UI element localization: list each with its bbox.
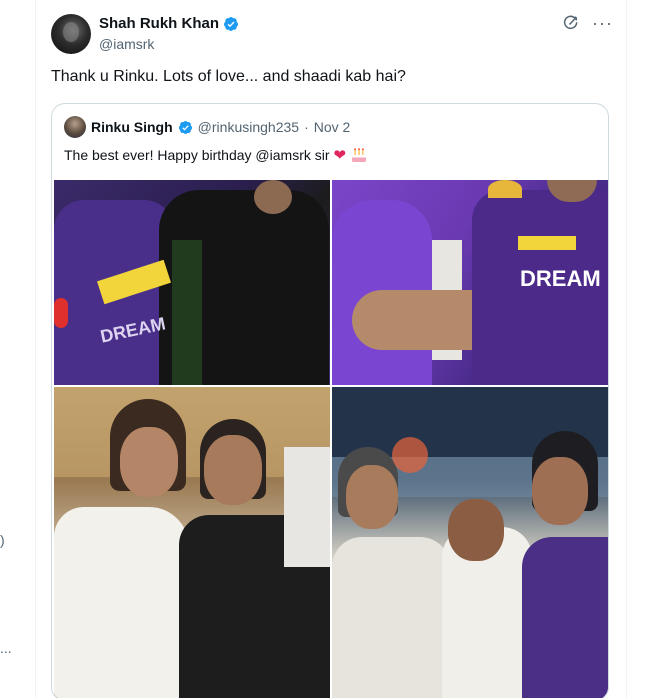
birthday-cake-emoji: [352, 148, 367, 162]
separator-dot: ·: [304, 119, 309, 135]
handle[interactable]: @iamsrk: [99, 36, 154, 52]
left-gutter: ) ...: [0, 0, 36, 698]
photo-kkr-celebration[interactable]: DREAM: [54, 180, 330, 385]
photo-stadium-greeting[interactable]: [332, 387, 608, 698]
tweet-card[interactable]: Shah Rukh Khan @iamsrk ··· Thank u Rinku…: [37, 0, 626, 698]
gutter-mark: ...: [0, 640, 12, 656]
quoted-tweet-header: Rinku Singh @rinkusingh235 · Nov 2: [64, 116, 350, 138]
quoted-handle[interactable]: @rinkusingh235: [198, 119, 299, 135]
grok-icon[interactable]: [562, 14, 580, 32]
avatar[interactable]: [51, 14, 91, 54]
quoted-avatar[interactable]: [64, 116, 86, 138]
jersey-text: DREAM: [520, 266, 601, 291]
more-icon[interactable]: ···: [592, 14, 613, 32]
photo-grid: DREAM DREAM: [54, 180, 608, 698]
gutter-mark: ): [0, 532, 5, 548]
quoted-date[interactable]: Nov 2: [314, 119, 351, 135]
photo-selfie-event[interactable]: [54, 387, 330, 698]
heart-emoji: ❤: [333, 147, 347, 164]
verified-badge-icon: [224, 16, 239, 31]
tweet-header: Shah Rukh Khan @iamsrk ···: [51, 14, 613, 56]
quoted-text-row: The best ever! Happy birthday @iamsrk si…: [64, 146, 368, 164]
quoted-display-name[interactable]: Rinku Singh: [91, 119, 173, 135]
tweet-text: Thank u Rinku. Lots of love... and shaad…: [51, 68, 406, 85]
quoted-tweet[interactable]: Rinku Singh @rinkusingh235 · Nov 2 The b…: [51, 103, 609, 698]
display-name[interactable]: Shah Rukh Khan: [99, 15, 219, 32]
quoted-text: The best ever! Happy birthday @iamsrk si…: [64, 147, 330, 163]
right-gutter: [626, 0, 650, 698]
photo-kkr-handshake[interactable]: DREAM: [332, 180, 608, 385]
verified-badge-icon: [178, 120, 192, 134]
